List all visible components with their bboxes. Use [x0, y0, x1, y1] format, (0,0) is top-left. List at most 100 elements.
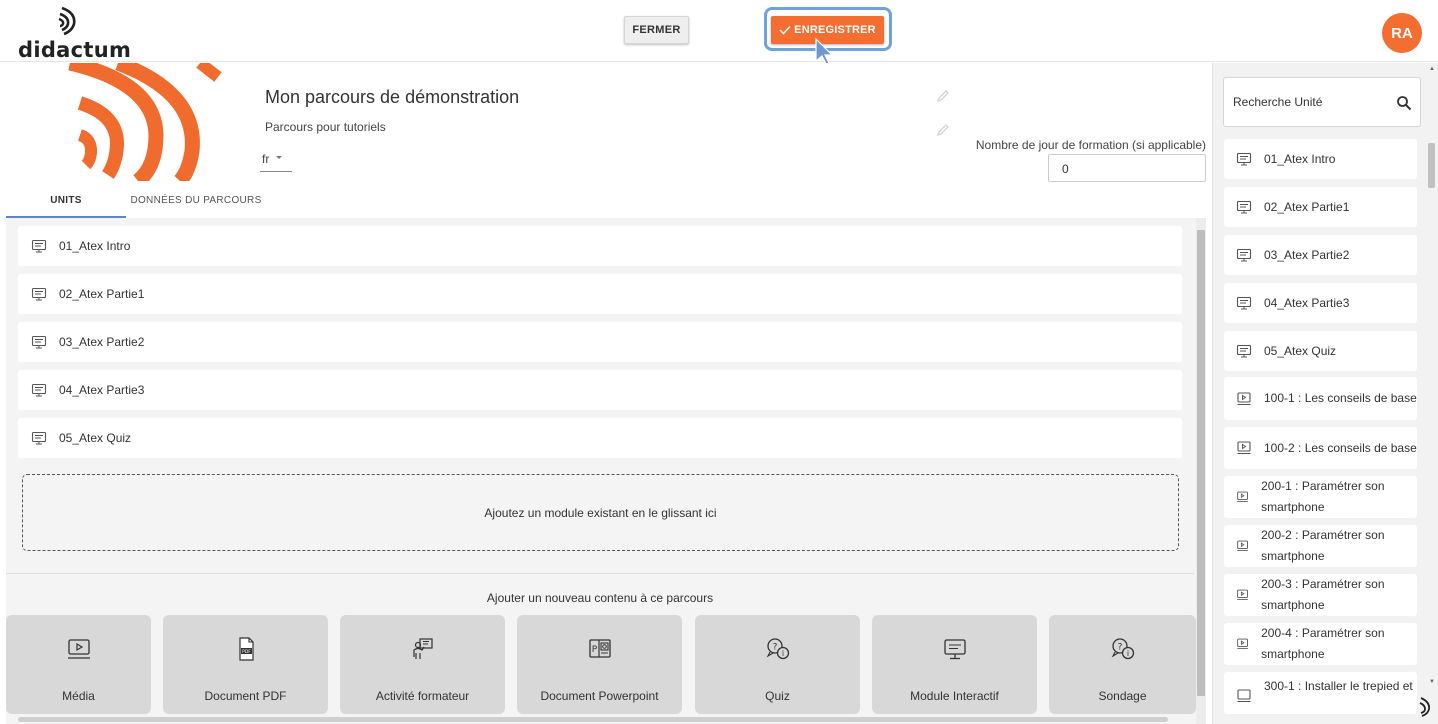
add-content-title: Ajouter un nouveau contenu à ce parcours	[486, 591, 714, 605]
tab-units[interactable]: UNITS	[6, 187, 126, 218]
svg-text:i: i	[781, 649, 783, 658]
library-unit-label: 300-1 : Installer le trepied et	[1264, 679, 1413, 693]
add-survey-button[interactable]: ? i Sondage	[1049, 615, 1196, 714]
library-unit-item[interactable]: 02_Atex Partie1	[1224, 187, 1417, 227]
library-unit-label: 200-1 : Paramétrer son smartphone	[1261, 479, 1385, 514]
language-select[interactable]: fr	[260, 152, 292, 172]
add-media-button[interactable]: Média	[6, 615, 151, 714]
interactive-module-icon	[31, 287, 47, 301]
tile-label: Sondage	[1098, 689, 1147, 703]
library-unit-item[interactable]: 04_Atex Partie3	[1224, 283, 1417, 323]
unit-search-input[interactable]: Recherche Unité	[1223, 77, 1421, 127]
course-title[interactable]: Mon parcours de démonstration	[265, 87, 519, 108]
sidebar-scrollbar[interactable]: ▲ ▼	[1425, 63, 1438, 703]
divider	[6, 573, 1194, 574]
library-unit-label: 100-1 : Les conseils de base	[1264, 391, 1417, 405]
course-editor: Mon parcours de démonstration Parcours p…	[0, 63, 1212, 724]
library-unit-label: 200-2 : Paramétrer son smartphone	[1261, 528, 1385, 563]
trainer-activity-icon	[412, 638, 433, 659]
close-button[interactable]: FERMER	[624, 16, 689, 44]
library-unit-item[interactable]: 300-1 : Installer le trepied et	[1224, 672, 1417, 714]
svg-text:P: P	[591, 645, 597, 655]
unit-row[interactable]: 03_Atex Partie2	[18, 322, 1182, 362]
tile-label: Média	[62, 689, 95, 703]
library-unit-label: 200-4 : Paramétrer son smartphone	[1261, 626, 1385, 661]
check-icon	[779, 25, 791, 35]
library-unit-item[interactable]: 200-3 : Paramétrer son smartphone	[1224, 574, 1417, 616]
tile-label: Quiz	[765, 689, 790, 703]
didactum-logo[interactable]: didactum	[18, 4, 131, 62]
unit-label: 04_Atex Partie3	[59, 383, 145, 397]
interactive-module-icon	[1236, 344, 1252, 358]
svg-text:PDF: PDF	[242, 649, 251, 655]
didactum-small-logo-icon	[1419, 697, 1430, 717]
interactive-module-icon	[1236, 200, 1252, 214]
mouse-cursor-icon	[815, 37, 834, 65]
svg-text:i: i	[1126, 649, 1128, 658]
course-subtitle[interactable]: Parcours pour tutoriels	[265, 120, 386, 134]
unit-row[interactable]: 04_Atex Partie3	[18, 370, 1182, 410]
units-vertical-scrollbar[interactable]	[1196, 218, 1206, 724]
tile-label: Module Interactif	[910, 689, 999, 703]
media-icon	[67, 639, 90, 659]
add-pdf-button[interactable]: PDF Document PDF	[163, 615, 328, 714]
library-unit-item[interactable]: 01_Atex Intro	[1224, 139, 1417, 179]
tile-label: Document PDF	[204, 689, 287, 703]
scrollbar-thumb[interactable]	[1197, 230, 1205, 696]
edit-title-pencil-icon[interactable]	[936, 89, 950, 103]
scroll-down-arrow-icon[interactable]: ▼	[1429, 679, 1435, 685]
library-unit-item[interactable]: 200-1 : Paramétrer son smartphone	[1224, 476, 1417, 518]
units-horizontal-scrollbar[interactable]	[18, 717, 1168, 722]
add-quiz-button[interactable]: ? i Quiz	[695, 615, 860, 714]
svg-text:?: ?	[1117, 643, 1122, 653]
add-powerpoint-button[interactable]: P Document Powerpoint	[517, 615, 682, 714]
survey-icon: ?i	[1111, 638, 1134, 660]
interactive-module-icon	[1236, 248, 1252, 262]
media-icon	[1237, 638, 1248, 649]
interactive-module-icon	[31, 431, 47, 445]
media-icon	[1237, 441, 1251, 454]
library-unit-item[interactable]: 100-1 : Les conseils de base	[1224, 377, 1417, 420]
media-icon	[1237, 689, 1251, 702]
quiz-icon: ?i	[766, 638, 789, 660]
chevron-down-icon	[276, 156, 283, 159]
add-trainer-activity-button[interactable]: Activité formateur	[340, 615, 505, 714]
edit-subtitle-pencil-icon[interactable]	[936, 123, 950, 137]
unit-row[interactable]: 01_Atex Intro	[18, 226, 1182, 266]
search-icon[interactable]	[1396, 95, 1412, 111]
library-unit-item[interactable]: 200-4 : Paramétrer son smartphone	[1224, 623, 1417, 665]
language-value: fr	[262, 152, 270, 166]
user-avatar[interactable]: RA	[1382, 13, 1422, 53]
unit-row[interactable]: 05_Atex Quiz	[18, 418, 1182, 458]
unit-row[interactable]: 02_Atex Partie1	[18, 274, 1182, 314]
powerpoint-icon: P	[588, 639, 611, 658]
interactive-module-icon	[943, 639, 966, 660]
add-interactive-module-button[interactable]: Module Interactif	[872, 615, 1037, 714]
training-days-input[interactable]: 0	[1048, 154, 1206, 182]
interactive-module-icon	[31, 335, 47, 349]
interactive-module-icon	[1236, 296, 1252, 310]
interactive-module-icon	[31, 383, 47, 397]
unit-label: 02_Atex Partie1	[59, 287, 145, 301]
library-unit-item[interactable]: 100-2 : Les conseils de base	[1224, 427, 1417, 469]
scroll-up-arrow-icon[interactable]: ▲	[1429, 66, 1435, 72]
library-unit-item[interactable]: 05_Atex Quiz	[1224, 331, 1417, 371]
library-unit-item[interactable]: 200-2 : Paramétrer son smartphone	[1224, 525, 1417, 567]
library-unit-item[interactable]: 03_Atex Partie2	[1224, 235, 1417, 275]
save-button-label: ENREGISTRER	[794, 24, 876, 36]
interactive-module-icon	[1236, 152, 1252, 166]
interactive-module-icon	[31, 239, 47, 253]
units-panel: 01_Atex Intro 02_Atex Partie1 03_Atex Pa…	[6, 218, 1206, 724]
tab-course-data[interactable]: DONNÉES DU PARCOURS	[126, 187, 266, 218]
tile-label: Activité formateur	[375, 689, 470, 703]
course-image[interactable]	[60, 63, 230, 181]
unit-label: 05_Atex Quiz	[59, 431, 132, 445]
library-unit-label: 100-2 : Les conseils de base	[1264, 440, 1417, 455]
top-bar: didactum FERMER ENREGISTRER RA	[0, 0, 1438, 65]
course-tabs: UNITS DONNÉES DU PARCOURS	[6, 187, 266, 218]
module-drop-zone[interactable]: Ajoutez un module existant en le glissan…	[22, 474, 1179, 551]
media-icon	[1237, 491, 1248, 502]
library-unit-label: 200-3 : Paramétrer son smartphone	[1261, 577, 1385, 612]
scrollbar-thumb[interactable]	[1428, 143, 1435, 188]
media-icon	[1237, 540, 1248, 551]
